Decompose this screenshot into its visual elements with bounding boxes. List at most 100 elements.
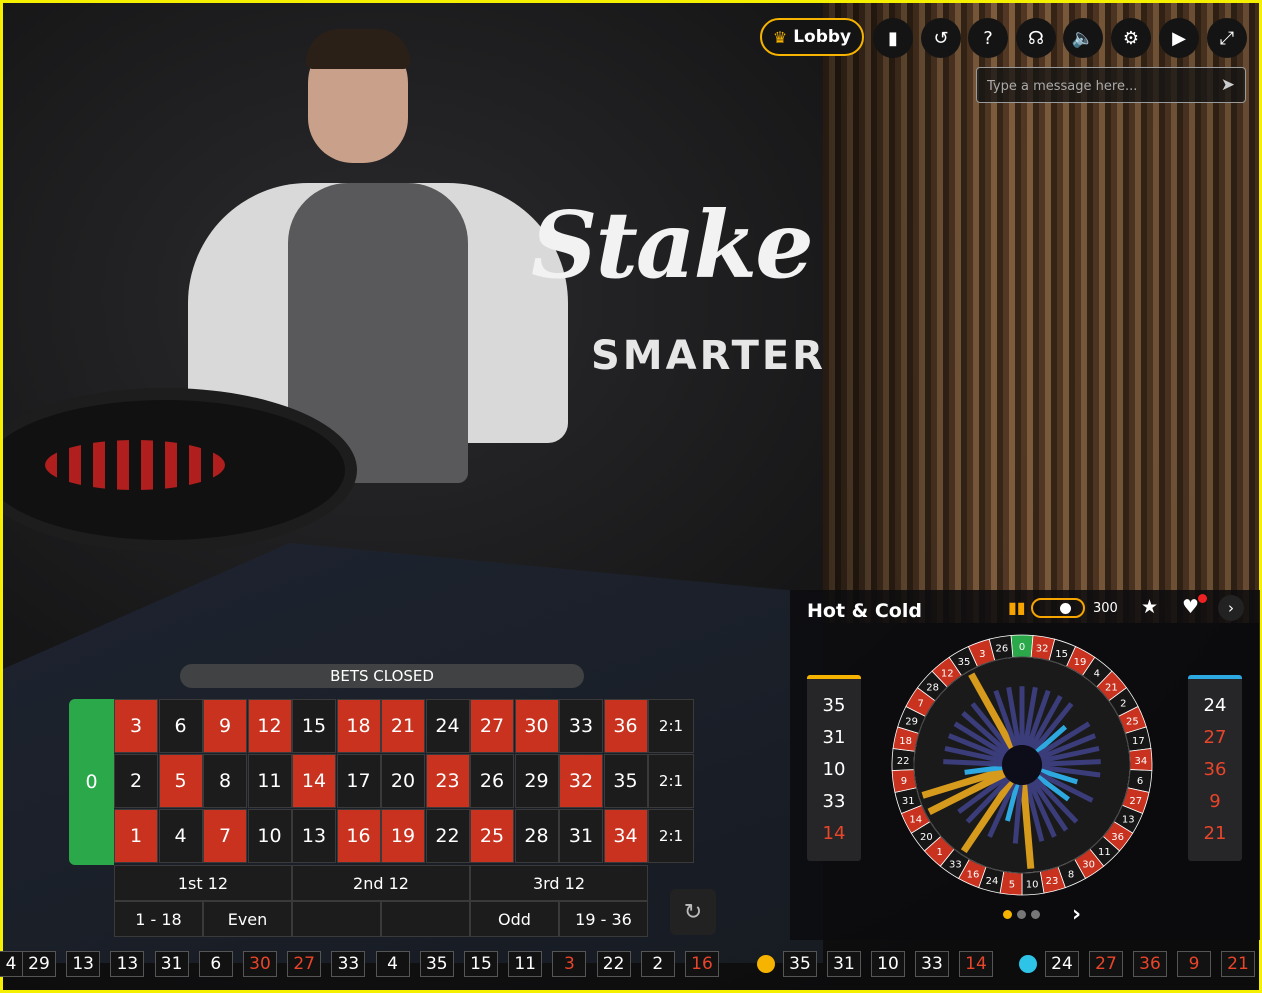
bet-dozen[interactable]: 3rd 12 (470, 865, 648, 901)
bet-number[interactable]: 28 (514, 809, 559, 863)
bet-black[interactable] (381, 901, 470, 937)
page-dot[interactable] (1017, 910, 1026, 919)
wheel-pocket-label: 13 (1122, 815, 1135, 826)
settings-button[interactable]: ⚙ (1111, 18, 1151, 58)
bet-number[interactable]: 27 (470, 699, 514, 753)
chat-button[interactable]: ▮ (873, 18, 913, 58)
fullscreen-icon: ⤢ (1219, 27, 1235, 49)
bet-number[interactable]: 23 (425, 754, 470, 808)
bet-number[interactable]: 36 (603, 699, 648, 753)
bet-number[interactable]: 4 (158, 809, 203, 863)
star-icon[interactable]: ★ (1141, 596, 1158, 618)
hot-cold-number: 36 (1203, 759, 1227, 780)
bet-dozen[interactable]: 2nd 12 (292, 865, 470, 901)
bet-number[interactable]: 19 (381, 809, 425, 863)
wheel-pocket-label: 15 (1055, 649, 1068, 660)
racetrack-wheel: 0 32 1519421225173462713361130823105241633… (891, 634, 1153, 896)
bet-number[interactable]: 13 (292, 809, 336, 863)
chevron-right-icon[interactable]: › (1072, 902, 1081, 927)
wheel-pocket-label: 25 (1126, 717, 1139, 728)
hot-history-number: 33 (915, 951, 949, 977)
bet-number[interactable]: 8 (203, 754, 247, 808)
bet-number[interactable]: 22 (425, 809, 470, 863)
repeat-bet-button[interactable]: ↻ (670, 889, 716, 935)
mute-button[interactable]: 🔈 (1063, 18, 1103, 58)
wheel-pocket-label: 16 (967, 869, 980, 880)
lobby-button[interactable]: ♛ Lobby (760, 18, 864, 56)
bet-number[interactable]: 5 (158, 754, 203, 808)
bet-number[interactable]: 14 (292, 754, 336, 808)
bet-number[interactable]: 25 (470, 809, 514, 863)
bet-outside[interactable]: 19 - 36 (559, 901, 648, 937)
chat-input[interactable] (985, 68, 1209, 104)
bet-outside[interactable]: Odd (470, 901, 559, 937)
stats-icon[interactable]: ▮▮ (1008, 598, 1026, 617)
bet-number[interactable]: 3 (114, 699, 158, 753)
bet-column[interactable]: 2:1 (648, 754, 694, 808)
video-button[interactable]: ▶ (1159, 18, 1199, 58)
wheel-pocket-label: 11 (1098, 847, 1111, 858)
wheel-pocket-label: 33 (949, 860, 962, 871)
help-button[interactable]: ? (968, 18, 1008, 58)
wheel-pocket-label: 36 (1111, 832, 1124, 843)
bet-dozen[interactable]: 1st 12 (114, 865, 292, 901)
bet-number[interactable]: 16 (336, 809, 381, 863)
wheel-pocket-label: 21 (1105, 682, 1118, 693)
page-dot[interactable] (1003, 910, 1012, 919)
bet-number[interactable]: 34 (603, 809, 648, 863)
bet-number[interactable]: 7 (203, 809, 247, 863)
bet-number[interactable]: 12 (247, 699, 292, 753)
bet-number[interactable]: 1 (114, 809, 158, 863)
wheel-pocket-label: 26 (996, 644, 1009, 655)
cold-indicator-icon (1019, 955, 1037, 973)
bet-number[interactable]: 30 (514, 699, 559, 753)
bet-number[interactable]: 6 (158, 699, 203, 753)
history-button[interactable]: ↺ (921, 18, 961, 58)
heart-icon[interactable]: ♥ (1182, 596, 1199, 618)
bet-number[interactable]: 33 (559, 699, 603, 753)
bet-number[interactable]: 35 (603, 754, 648, 808)
bet-column[interactable]: 2:1 (648, 809, 694, 863)
bet-number[interactable]: 26 (470, 754, 514, 808)
bet-number[interactable]: 21 (381, 699, 425, 753)
bet-number[interactable]: 11 (247, 754, 292, 808)
bet-number[interactable]: 20 (381, 754, 425, 808)
bet-number[interactable]: 2 (114, 754, 158, 808)
cold-numbers-column: 24 27 36 9 21 (1188, 675, 1242, 861)
bet-number[interactable]: 15 (292, 699, 336, 753)
wheel-pocket-label: 31 (902, 796, 915, 807)
support-button[interactable]: ☊ (1016, 18, 1056, 58)
cold-history-number: 36 (1133, 951, 1167, 977)
fullscreen-button[interactable]: ⤢ (1207, 18, 1247, 58)
bet-column[interactable]: 2:1 (648, 699, 694, 753)
wheel-pocket-label: 18 (899, 736, 912, 747)
bet-number[interactable]: 31 (559, 809, 603, 863)
bet-outside[interactable]: 1 - 18 (114, 901, 203, 937)
next-panel-button[interactable]: › (1218, 595, 1244, 621)
send-icon[interactable]: ➤ (1221, 75, 1235, 95)
hot-cold-number: 10 (822, 759, 846, 780)
video-icon: ▶ (1172, 27, 1186, 49)
bet-outside[interactable]: Even (203, 901, 292, 937)
bet-number[interactable]: 17 (336, 754, 381, 808)
history-number: 31 (154, 951, 189, 977)
bet-number[interactable]: 29 (514, 754, 559, 808)
wheel-pocket-label: 8 (1068, 869, 1074, 880)
wheel-pocket-label: 6 (1137, 776, 1143, 787)
history-icon: ↺ (933, 27, 949, 49)
hot-cold-number: 35 (822, 695, 846, 716)
page-dots (1003, 910, 1040, 919)
support-icon: ☊ (1028, 27, 1044, 49)
wheel-pocket-label: 35 (958, 657, 971, 668)
bet-number[interactable]: 18 (336, 699, 381, 753)
bet-red[interactable] (292, 901, 381, 937)
page-dot[interactable] (1031, 910, 1040, 919)
bet-number[interactable]: 32 (559, 754, 603, 808)
bet-number[interactable]: 9 (203, 699, 247, 753)
bet-number[interactable]: 10 (247, 809, 292, 863)
bet-zero[interactable]: 0 (69, 699, 114, 865)
tagline: SMARTER (591, 333, 826, 379)
wheel-pocket-label: 10 (1026, 880, 1039, 891)
spin-count-slider[interactable] (1031, 598, 1085, 618)
bet-number[interactable]: 24 (425, 699, 470, 753)
